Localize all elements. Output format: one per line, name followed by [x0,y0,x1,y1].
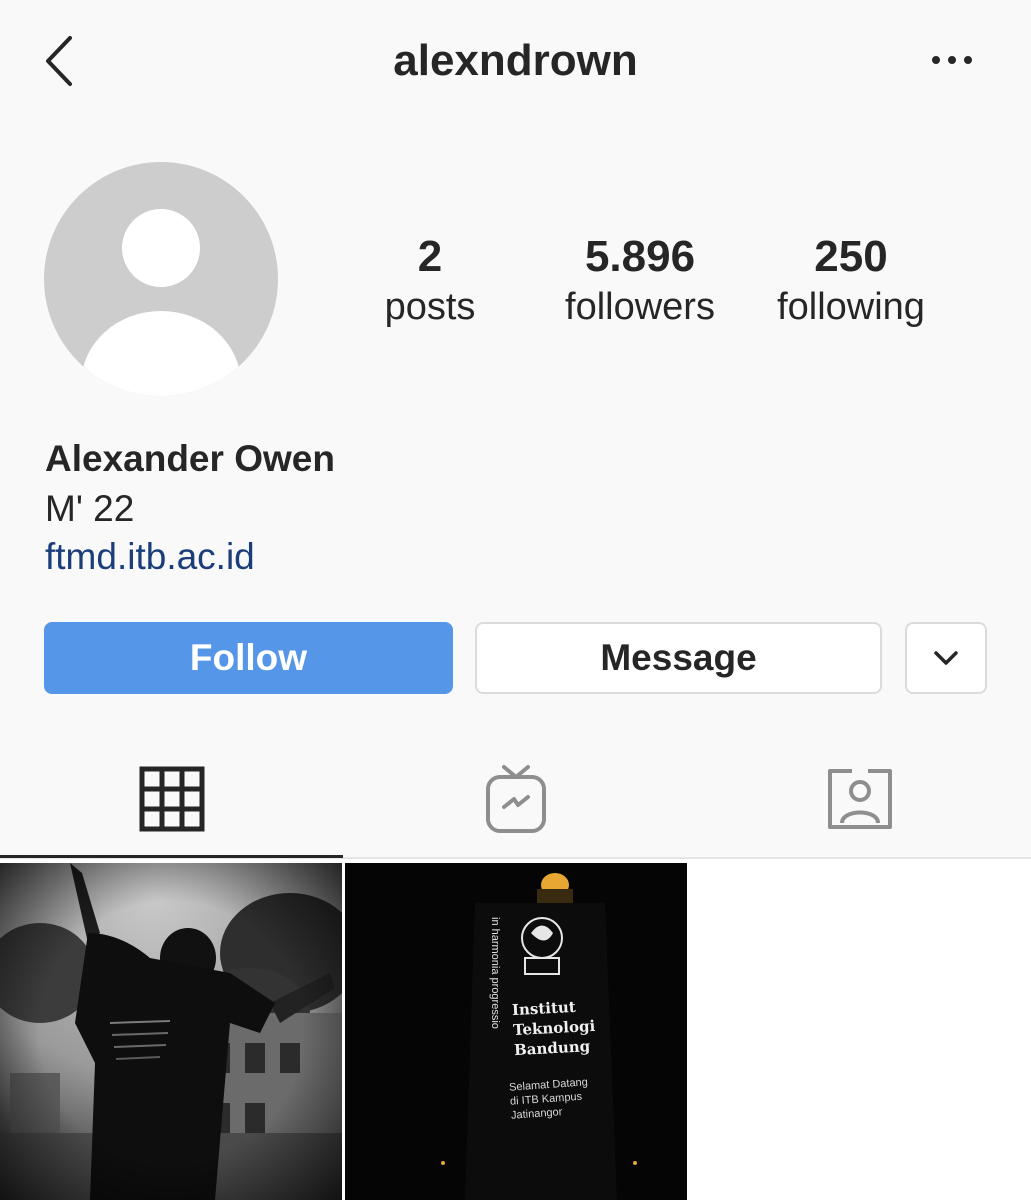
default-avatar-icon [81,209,241,396]
profile-full-name: Alexander Owen [45,438,335,479]
stat-following[interactable]: 250 following [756,230,946,330]
message-button[interactable]: Message [475,622,882,694]
vertical-motto-text: in harmonia progressio [489,917,501,1029]
more-horizontal-icon [932,56,972,64]
post-thumbnail-2[interactable]: in harmonia progressio Institut Teknolog… [345,863,687,1200]
chevron-down-icon [934,651,958,665]
posts-count: 2 [417,232,443,281]
profile-bio: M' 22 [45,488,135,529]
active-tab-indicator [0,855,343,858]
post-thumbnail-1[interactable] [0,863,342,1200]
suggested-accounts-dropdown-button[interactable] [905,622,987,694]
tab-posts-grid[interactable] [0,740,343,858]
stat-followers[interactable]: 5.896 followers [545,230,735,330]
grid-icon [139,766,204,832]
photo-thumbnail [0,863,342,1200]
followers-count: 5.896 [584,232,696,281]
following-label: following [777,286,925,328]
itb-title-line-3: Bandung [513,1037,591,1060]
stat-posts[interactable]: 2 posts [335,230,525,330]
profile-avatar[interactable] [44,162,278,396]
igtv-icon [485,765,546,833]
tab-igtv[interactable] [344,740,687,858]
profile-website-link[interactable]: ftmd.itb.ac.id [45,536,255,578]
following-count: 250 [814,232,888,281]
tab-tagged[interactable] [688,740,1031,858]
follow-button[interactable]: Follow [44,622,453,694]
profile-username-title: alexndrown [393,36,638,85]
more-options-button[interactable] [922,42,982,78]
posts-label: posts [384,286,476,328]
tagged-user-icon [827,769,892,829]
followers-label: followers [565,286,715,328]
